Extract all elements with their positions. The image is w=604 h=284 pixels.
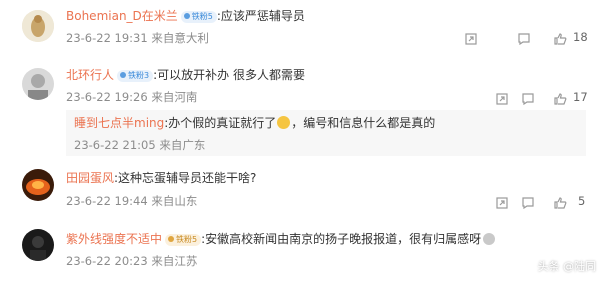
comment-text: :安徽高校新闻由南京的扬子晚报报道，很有归属感呀: [201, 232, 482, 246]
like-count: 17: [573, 90, 588, 104]
location: 来自河南: [151, 90, 198, 104]
share-icon[interactable]: [496, 90, 508, 109]
username[interactable]: Bohemian_D在米兰: [66, 9, 178, 23]
comment-text: :应该严惩辅导员: [216, 9, 305, 23]
comment-text-2: ，编号和信息什么都是真的: [291, 116, 436, 130]
grin-emoji: [277, 116, 291, 129]
fan-badge: 铁粉5: [165, 234, 202, 246]
emoji-icon: [483, 233, 496, 245]
avatar[interactable]: [22, 229, 54, 261]
watermark: 头条 @陆同: [537, 260, 597, 273]
username[interactable]: 紫外线强度不适中: [66, 232, 162, 246]
location: 来自山东: [151, 194, 198, 208]
comment-text: :办个假的真证就行了: [164, 116, 277, 130]
timestamp: 23-6-22 21:05: [74, 138, 156, 152]
like-count: 18: [573, 30, 588, 44]
like-count: 5: [578, 194, 586, 208]
comment-icon[interactable]: [518, 30, 530, 49]
share-icon[interactable]: [496, 194, 508, 213]
avatar[interactable]: [22, 10, 54, 42]
timestamp: 23-6-22 20:23: [66, 254, 148, 268]
like-icon[interactable]: [554, 90, 567, 109]
location: 来自江苏: [151, 254, 198, 268]
location: 来自意大利: [151, 31, 209, 45]
comment-icon[interactable]: [522, 194, 534, 213]
timestamp: 23-6-22 19:31: [66, 31, 148, 45]
username[interactable]: 田园蛋风: [66, 171, 114, 185]
timestamp: 23-6-22 19:44: [66, 194, 148, 208]
fan-badge: 铁粉5: [180, 11, 217, 23]
avatar[interactable]: [22, 169, 54, 201]
username[interactable]: 北环行人: [66, 68, 114, 82]
comment-icon[interactable]: [522, 90, 534, 109]
fan-badge: 铁粉3: [117, 70, 154, 82]
reply-box: 睡到七点半ming:办个假的真证就行了 ，编号和信息什么都是真的 23-6-22 …: [66, 110, 586, 156]
comment-text: :这种忘蛋辅导员还能干啥?: [114, 171, 257, 185]
timestamp: 23-6-22 19:26: [66, 90, 148, 104]
avatar[interactable]: [22, 68, 54, 100]
like-icon[interactable]: [554, 194, 567, 213]
location: 来自广东: [159, 138, 206, 152]
username[interactable]: 睡到七点半ming: [74, 116, 164, 130]
comment-text: :可以放开补办 很多人都需要: [153, 68, 305, 82]
share-icon[interactable]: [465, 30, 477, 49]
like-icon[interactable]: [554, 30, 567, 49]
